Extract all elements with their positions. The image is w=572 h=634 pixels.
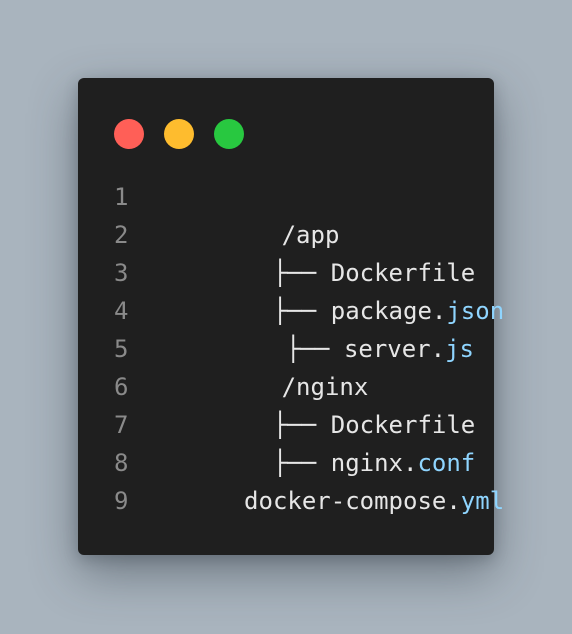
code-line: 2 ├── Dockerfile [114,216,475,287]
window-controls [114,119,244,149]
line-content [166,482,282,520]
code-block: 1 /app 2 ├── Dockerfile 3 ├── package.js… [114,178,504,520]
file-extension: yml [460,487,505,515]
minimize-dot-icon[interactable] [164,119,194,149]
line-content: ├── package.json [128,254,504,325]
code-line: 4 ├── server.js [114,292,474,363]
code-line: 8 docker-compose.yml [114,444,504,515]
line-number: 4 [114,297,129,325]
zoom-dot-icon[interactable] [214,119,244,149]
code-line: 3 ├── package.json [114,254,504,325]
code-window: 1 /app 2 ├── Dockerfile 3 ├── package.js… [78,78,504,555]
line-number: 2 [114,221,129,249]
line-number: 3 [114,259,129,287]
code-line: 6 ├── Dockerfile [114,368,475,439]
close-dot-icon[interactable] [114,119,144,149]
file-extension: js [445,335,474,363]
line-content: /nginx [166,330,369,401]
line-number: 5 [114,335,129,363]
code-line: 1 /app [114,178,474,249]
line-content: ├── nginx.conf [128,406,475,477]
line-number: 1 [114,183,129,211]
line-content: ├── Dockerfile [128,216,475,287]
line-content: ├── Dockerfile [128,368,475,439]
code-line: 7 ├── nginx.conf [114,406,475,477]
line-content: /app [166,178,340,249]
line-content: ├── server.js [142,292,474,363]
line-number: 7 [114,411,129,439]
line-number: 9 [114,487,129,515]
line-number: 6 [114,373,129,401]
line-number: 8 [114,449,129,477]
line-content: docker-compose.yml [128,444,504,515]
